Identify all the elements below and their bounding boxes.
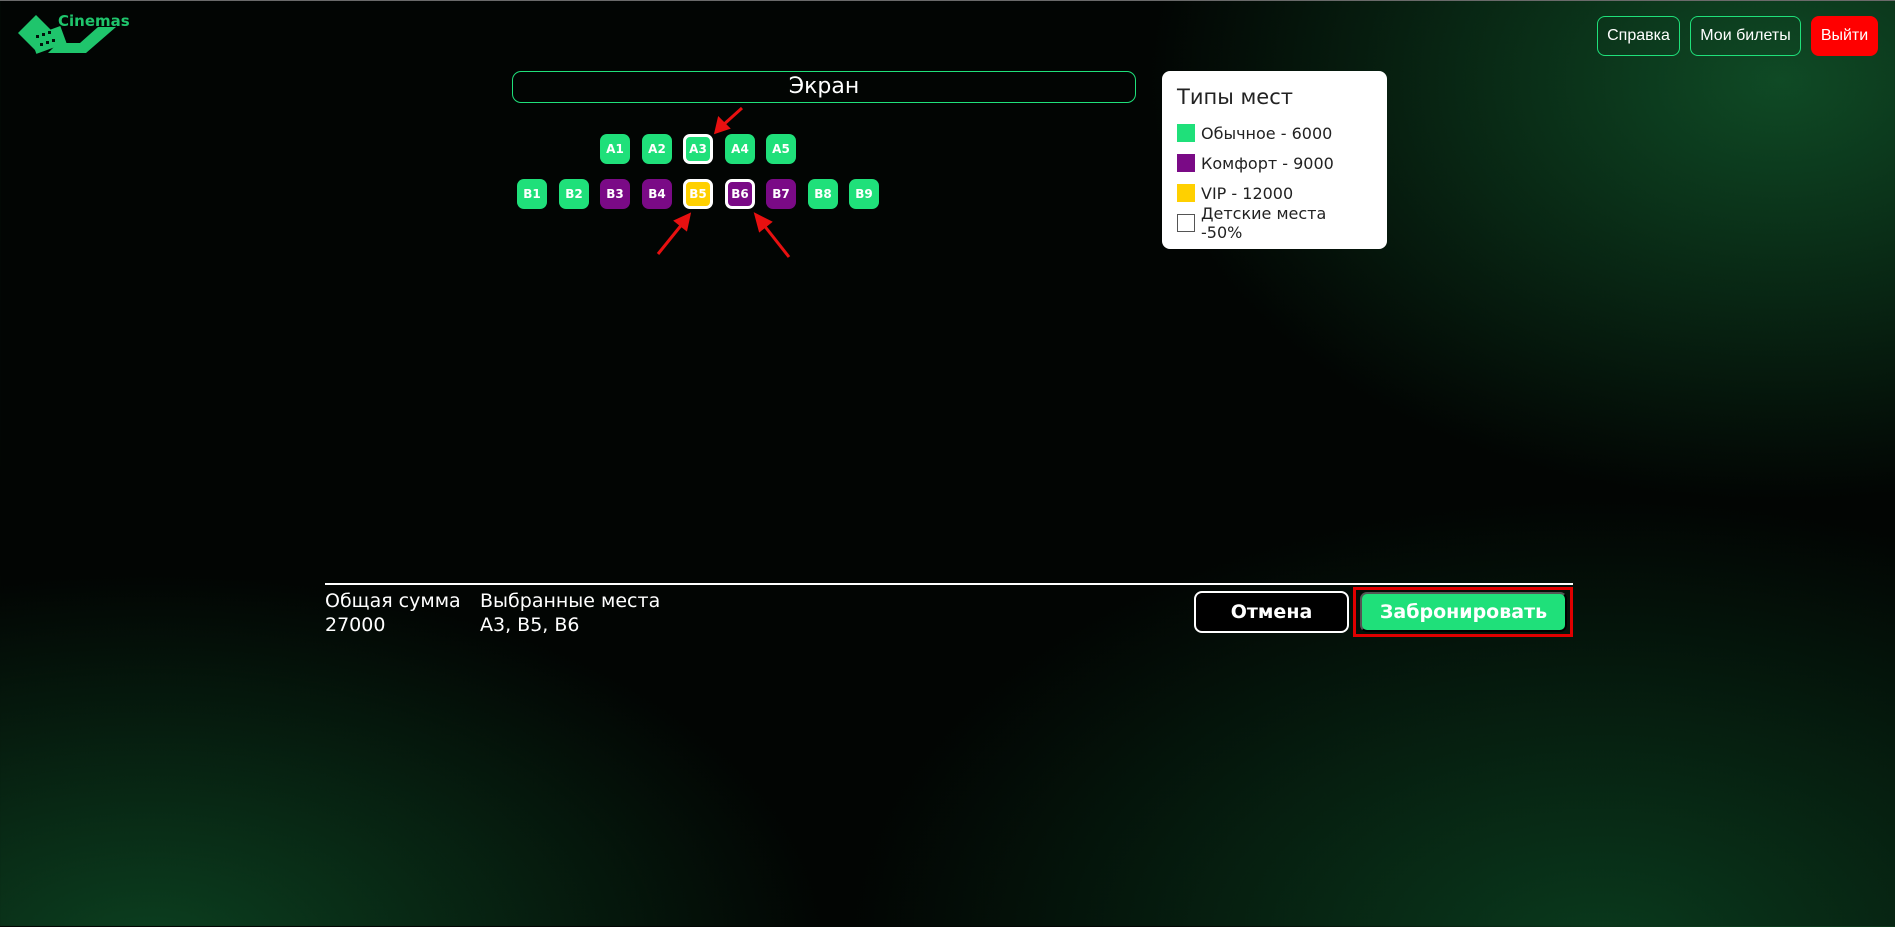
arrow-icon bbox=[713, 106, 744, 135]
arrow-icon bbox=[753, 212, 791, 258]
my-tickets-button[interactable]: Мои билеты bbox=[1690, 16, 1801, 56]
seat[interactable]: A3 bbox=[683, 134, 713, 164]
cinema-screen: Экран bbox=[512, 71, 1136, 103]
seat[interactable]: B5 bbox=[683, 179, 713, 209]
seat[interactable]: B9 bbox=[849, 179, 879, 209]
selected-seats-value: A3, B5, B6 bbox=[480, 614, 580, 636]
legend-label: Детские места -50% bbox=[1201, 204, 1327, 242]
total-value: 27000 bbox=[325, 614, 386, 636]
cancel-button[interactable]: Отмена bbox=[1194, 591, 1349, 633]
help-button[interactable]: Справка bbox=[1597, 16, 1680, 56]
legend-swatch bbox=[1177, 154, 1195, 172]
seat[interactable]: A5 bbox=[766, 134, 796, 164]
arrow-icon bbox=[656, 212, 692, 255]
seat[interactable]: B7 bbox=[766, 179, 796, 209]
total-label: Общая сумма bbox=[325, 590, 461, 612]
legend-item: Комфорт - 9000 bbox=[1177, 148, 1372, 178]
annotation-arrows bbox=[656, 106, 791, 258]
exit-button[interactable]: Выйти bbox=[1811, 16, 1878, 56]
legend-label: Обычное - 6000 bbox=[1201, 123, 1333, 143]
seat[interactable]: B6 bbox=[725, 179, 755, 209]
seat-types-legend: Типы мест Обычное - 6000 Комфорт - 9000 … bbox=[1162, 71, 1387, 249]
legend-swatch bbox=[1177, 124, 1195, 142]
legend-swatch bbox=[1177, 214, 1195, 232]
seat[interactable]: B2 bbox=[559, 179, 589, 209]
legend-label: VIP - 12000 bbox=[1201, 183, 1294, 203]
legend-item: Обычное - 6000 bbox=[1177, 118, 1372, 148]
book-button[interactable]: Забронировать bbox=[1360, 592, 1567, 632]
seat[interactable]: A2 bbox=[642, 134, 672, 164]
seat[interactable]: A4 bbox=[725, 134, 755, 164]
logo-text: Cinemas bbox=[58, 12, 130, 30]
seat[interactable]: B3 bbox=[600, 179, 630, 209]
legend-item: Детские места -50% bbox=[1177, 204, 1372, 242]
legend-swatch bbox=[1177, 184, 1195, 202]
legend-title: Типы мест bbox=[1177, 85, 1294, 109]
seat[interactable]: B8 bbox=[808, 179, 838, 209]
summary-divider bbox=[325, 583, 1573, 585]
selected-seats-label: Выбранные места bbox=[480, 590, 661, 612]
legend-label: Комфорт - 9000 bbox=[1201, 153, 1334, 173]
seat[interactable]: B4 bbox=[642, 179, 672, 209]
seat[interactable]: A1 bbox=[600, 134, 630, 164]
seat[interactable]: B1 bbox=[517, 179, 547, 209]
